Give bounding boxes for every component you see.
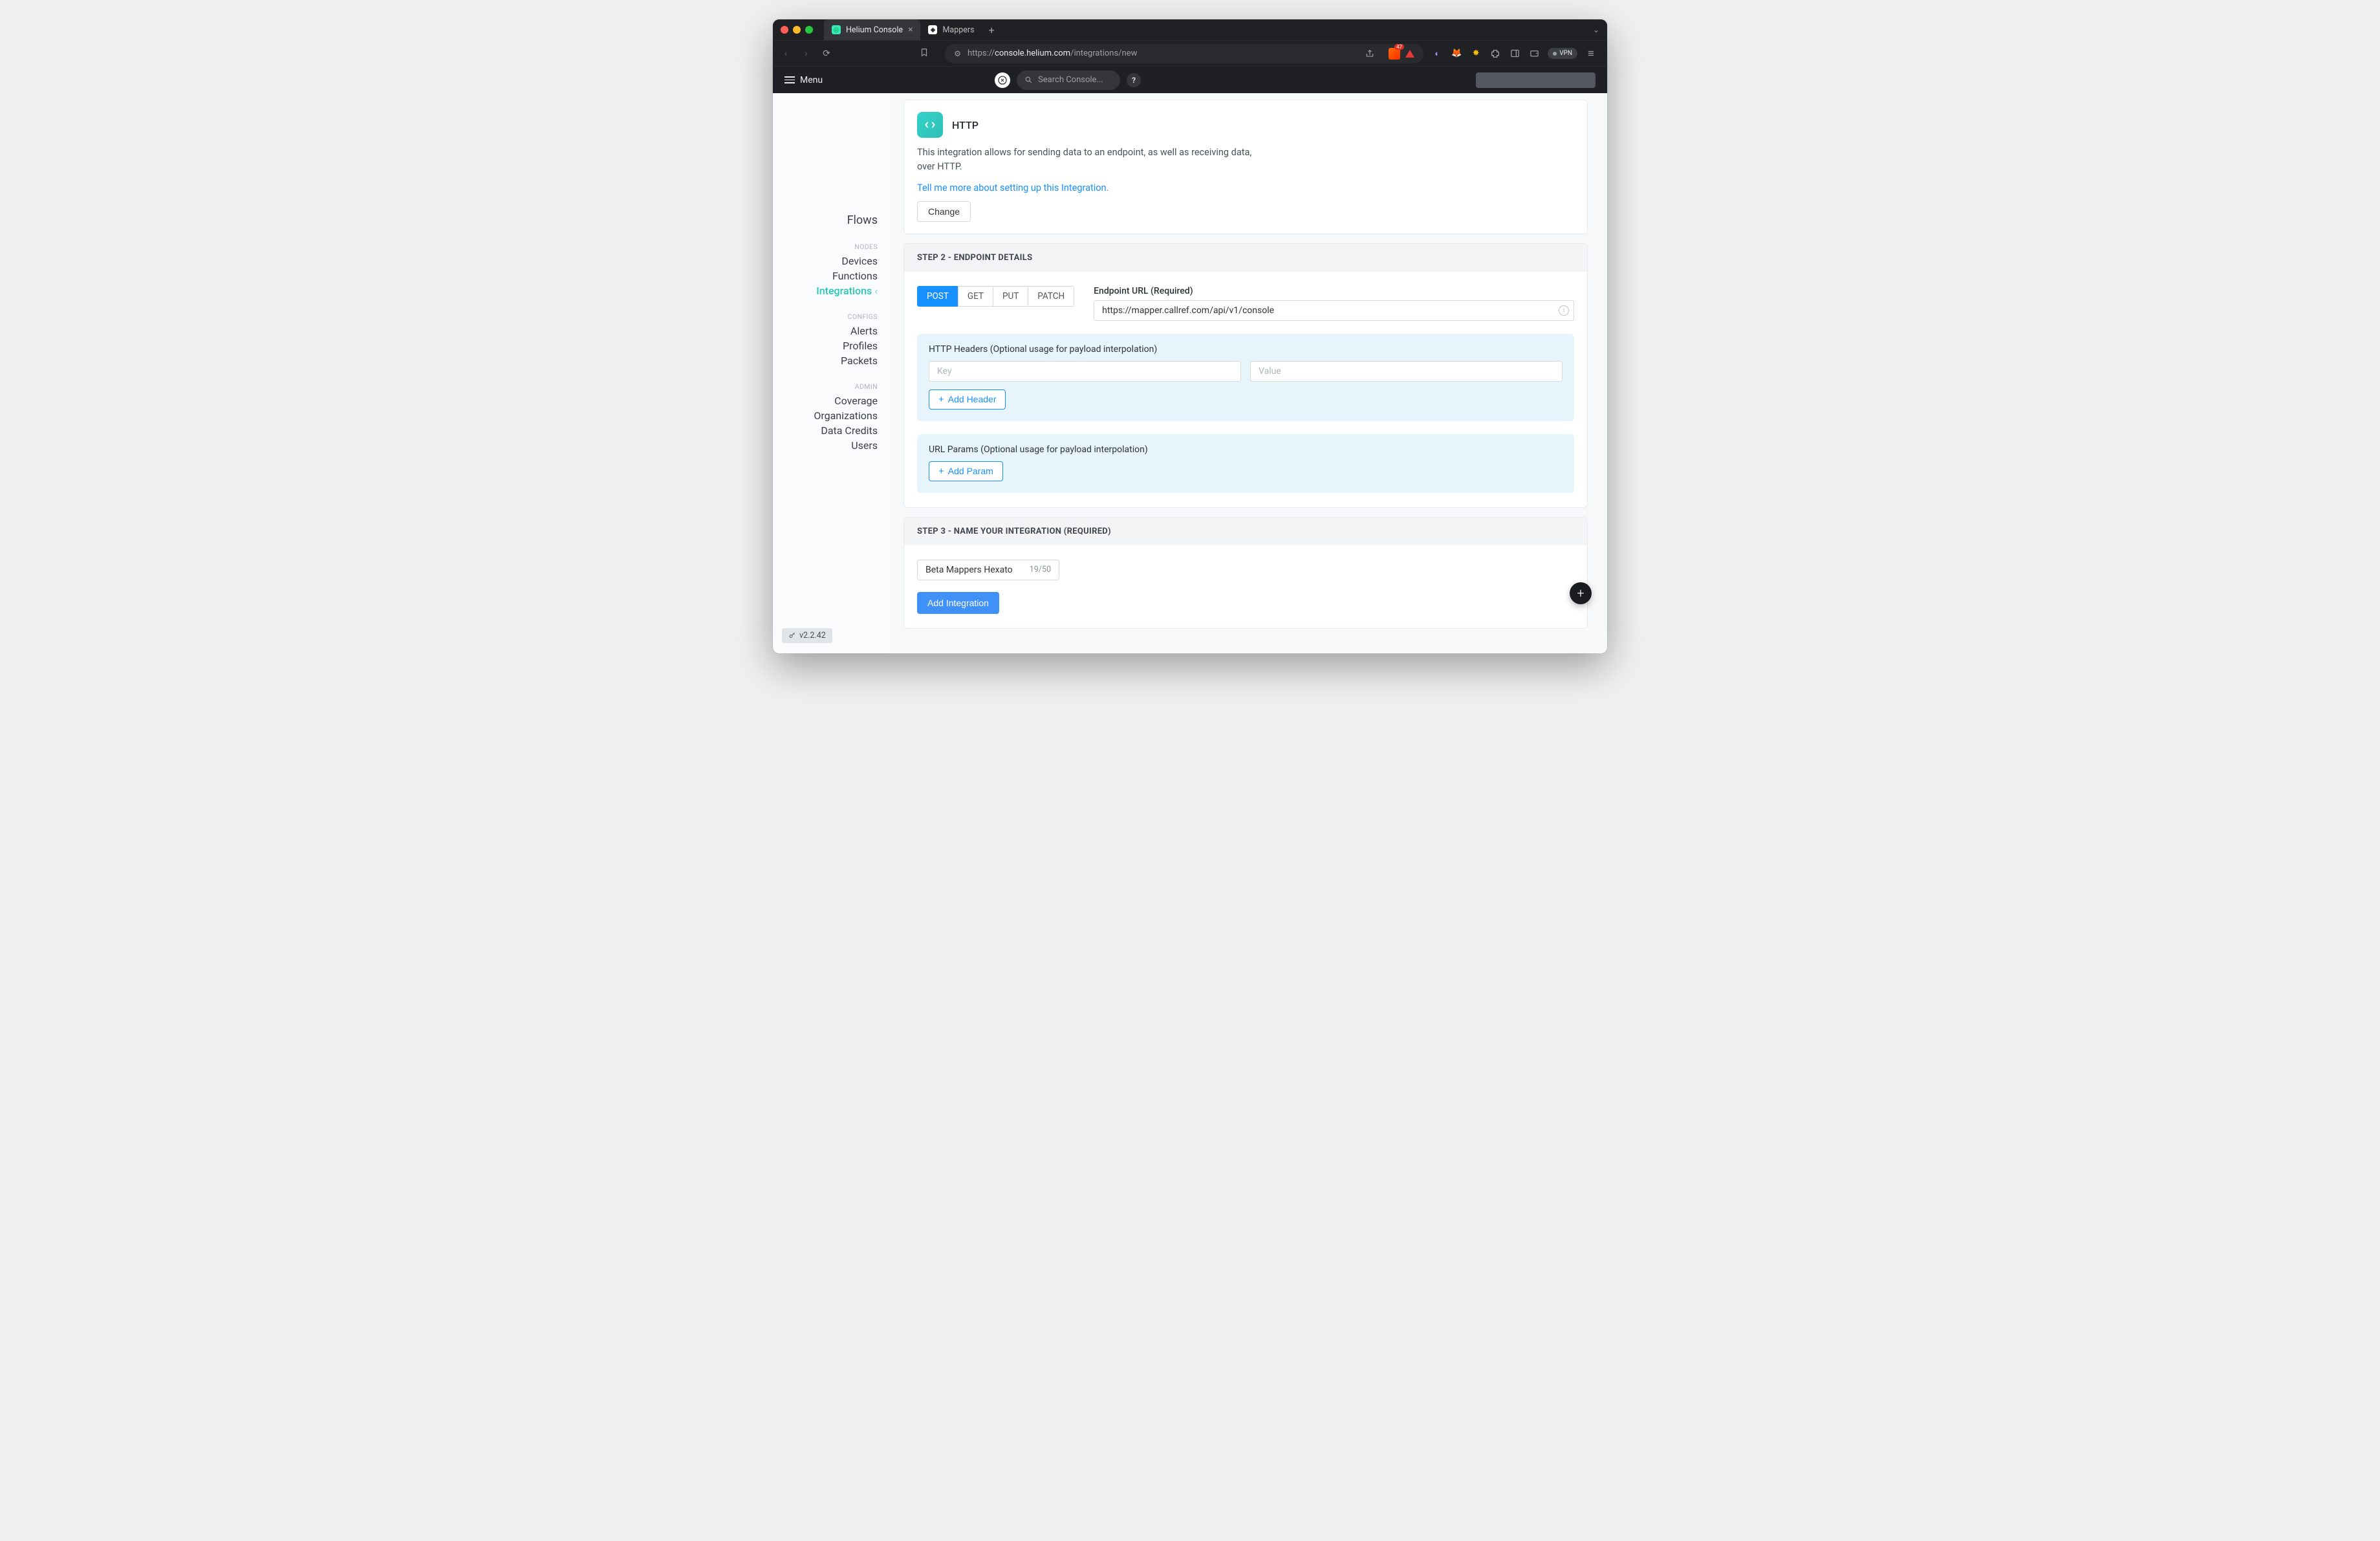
change-button[interactable]: Change <box>917 201 971 222</box>
nav-back-button[interactable]: ‹ <box>779 49 792 59</box>
integration-doc-link[interactable]: Tell me more about setting up this Integ… <box>917 182 1109 193</box>
tab-helium-console[interactable]: ◎ Helium Console × <box>824 19 920 40</box>
sidebar-item-devices[interactable]: Devices <box>786 254 878 268</box>
name-value: Beta Mappers Hexato <box>925 565 1013 575</box>
favicon-helium-icon: ◎ <box>832 25 841 34</box>
name-counter: 19/50 <box>1030 565 1051 574</box>
chevron-down-icon[interactable]: ⌄ <box>1593 25 1599 34</box>
http-method-selector: POST GET PUT PATCH <box>917 286 1074 307</box>
window-close-button[interactable] <box>781 26 788 34</box>
app-header: Menu Search Console... ? <box>773 66 1607 93</box>
endpoint-url-input[interactable] <box>1094 300 1574 321</box>
extensions-puzzle-icon[interactable] <box>1489 48 1501 60</box>
address-bar[interactable]: ⚙ https://console.helium.com/integration… <box>945 44 1423 63</box>
browser-extensions: ◐ 🦊 ✸ VPN ≡ <box>1431 48 1601 60</box>
sidebar: Flows NODES Devices Functions Integratio… <box>773 93 889 653</box>
metamask-icon[interactable]: 🦊 <box>1451 48 1462 60</box>
favicon-mappers-icon: ◆ <box>928 25 937 34</box>
sidebar-item-coverage[interactable]: Coverage <box>786 393 878 408</box>
brave-shield-icon[interactable] <box>1389 48 1400 60</box>
sidepanel-icon[interactable] <box>1509 48 1520 60</box>
method-get-button[interactable]: GET <box>958 286 993 307</box>
version-badge: v2.2.42 <box>782 628 832 643</box>
sidebar-section-nodes: NODES <box>786 243 878 251</box>
search-input[interactable]: Search Console... <box>1017 71 1120 90</box>
integration-intro-card: HTTP This integration allows for sending… <box>903 100 1588 234</box>
integration-name-input[interactable]: Beta Mappers Hexato 19/50 <box>917 560 1059 580</box>
http-integration-icon <box>917 112 943 138</box>
browser-toolbar: ‹ › ⟳ ⚙ https://console.helium.com/integ… <box>773 40 1607 66</box>
content-area: HTTP This integration allows for sending… <box>889 93 1607 653</box>
tab-label: Helium Console <box>846 25 903 35</box>
sidebar-item-integrations[interactable]: Integrations <box>786 283 878 298</box>
step3-header: STEP 3 - NAME YOUR INTEGRATION (REQUIRED… <box>904 518 1587 545</box>
add-header-button[interactable]: + Add Header <box>929 389 1006 410</box>
sidebar-section-configs: CONFIGS <box>786 312 878 321</box>
url-text: https://console.helium.com/integrations/… <box>968 49 1137 58</box>
url-params-section: URL Params (Optional usage for payload i… <box>917 434 1574 493</box>
method-patch-button[interactable]: PATCH <box>1028 286 1074 307</box>
tab-mappers[interactable]: ◆ Mappers <box>920 19 982 40</box>
sidebar-item-organizations[interactable]: Organizations <box>786 408 878 423</box>
window-maximize-button[interactable] <box>805 26 813 34</box>
help-button[interactable]: ? <box>1127 73 1141 87</box>
menu-label: Menu <box>800 75 823 85</box>
http-headers-section: HTTP Headers (Optional usage for payload… <box>917 334 1574 421</box>
share-icon[interactable] <box>1365 49 1374 58</box>
add-integration-button[interactable]: Add Integration <box>917 592 999 614</box>
extension-icon[interactable]: ✸ <box>1470 48 1482 60</box>
tab-label: Mappers <box>942 25 974 35</box>
menu-icon[interactable]: ≡ <box>1585 48 1597 60</box>
titlebar: ◎ Helium Console × ◆ Mappers + ⌄ <box>773 19 1607 40</box>
vpn-button[interactable]: VPN <box>1548 48 1577 59</box>
key-icon <box>788 631 796 639</box>
sidebar-item-alerts[interactable]: Alerts <box>786 323 878 338</box>
wallet-icon[interactable] <box>1528 48 1540 60</box>
bookmark-icon[interactable] <box>918 48 931 60</box>
extension-icon[interactable]: ◐ <box>1431 48 1443 60</box>
browser-window: ◎ Helium Console × ◆ Mappers + ⌄ ‹ › ⟳ ⚙… <box>773 19 1607 653</box>
sidebar-item-packets[interactable]: Packets <box>786 353 878 368</box>
new-tab-button[interactable]: + <box>982 24 1001 36</box>
add-param-button[interactable]: + Add Param <box>929 461 1003 481</box>
search-icon <box>1024 76 1033 84</box>
plus-icon: + <box>938 466 944 477</box>
reload-button[interactable]: ⟳ <box>820 49 833 59</box>
info-icon[interactable]: i <box>1559 305 1569 316</box>
sidebar-item-profiles[interactable]: Profiles <box>786 338 878 353</box>
site-settings-icon[interactable]: ⚙ <box>954 49 961 58</box>
plus-icon: + <box>938 394 944 405</box>
integration-title: HTTP <box>952 119 979 131</box>
endpoint-url-label: Endpoint URL (Required) <box>1094 286 1574 296</box>
sidebar-item-flows[interactable]: Flows <box>786 212 878 228</box>
header-value-input[interactable] <box>1250 361 1563 382</box>
sidebar-section-admin: ADMIN <box>786 382 878 391</box>
window-minimize-button[interactable] <box>793 26 801 34</box>
step3-card: STEP 3 - NAME YOUR INTEGRATION (REQUIRED… <box>903 517 1588 629</box>
brave-rewards-icon[interactable] <box>1405 50 1414 58</box>
compass-icon[interactable] <box>995 72 1010 88</box>
search-placeholder: Search Console... <box>1038 75 1103 85</box>
sidebar-item-data-credits[interactable]: Data Credits <box>786 423 878 438</box>
method-put-button[interactable]: PUT <box>993 286 1028 307</box>
sidebar-item-functions[interactable]: Functions <box>786 268 878 283</box>
fab-add-button[interactable]: + <box>1570 582 1592 604</box>
menu-button[interactable]: Menu <box>784 75 823 85</box>
method-post-button[interactable]: POST <box>917 286 958 307</box>
headers-label: HTTP Headers (Optional usage for payload… <box>929 344 1563 355</box>
step2-header: STEP 2 - ENDPOINT DETAILS <box>904 244 1587 272</box>
hamburger-icon <box>784 76 795 83</box>
close-icon[interactable]: × <box>908 25 913 35</box>
nav-forward-button[interactable]: › <box>800 49 813 59</box>
integration-description: This integration allows for sending data… <box>917 146 1253 175</box>
params-label: URL Params (Optional usage for payload i… <box>929 444 1563 455</box>
user-pill[interactable] <box>1476 72 1596 88</box>
step2-card: STEP 2 - ENDPOINT DETAILS POST GET PUT P… <box>903 243 1588 508</box>
header-key-input[interactable] <box>929 361 1241 382</box>
sidebar-item-users[interactable]: Users <box>786 438 878 453</box>
